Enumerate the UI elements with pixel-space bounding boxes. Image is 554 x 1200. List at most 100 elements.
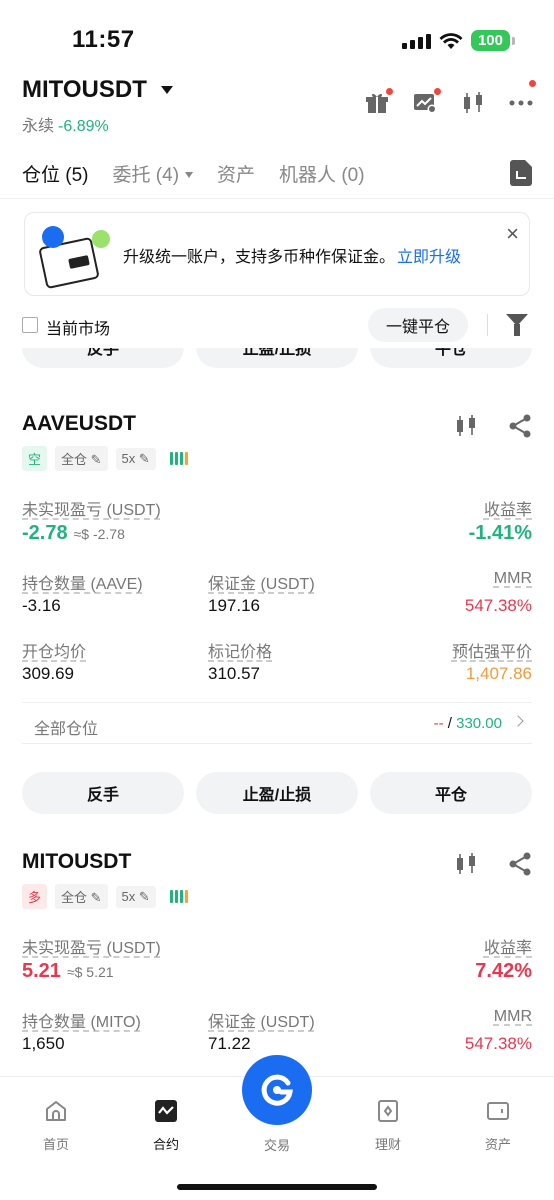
all-positions-row[interactable]: 全部仓位 -- / 330.00 [22,702,532,744]
size-value: 1,650 [22,1034,65,1053]
position-actions [454,414,532,438]
close-icon[interactable]: × [506,221,519,247]
futures-icon [155,1100,177,1122]
risk-level-icon [169,452,188,465]
tab-orders[interactable]: 委托 (4) [113,160,194,187]
tpsl-button[interactable]: 止盈/止损 [196,348,358,368]
entry-price-label[interactable]: 开仓均价 [22,638,86,662]
pnl-amount: -2.78 [22,522,68,544]
nav-futures-label: 合约 [152,1137,179,1152]
positions-list[interactable]: 反手 止盈/止损 平仓 AAVEUSDT 空 全仓 ✎ 5x ✎ 未实现盈亏 (… [0,348,554,1076]
margin-label[interactable]: 保证金 (USDT) [208,570,315,594]
reverse-button[interactable]: 反手 [22,772,184,814]
status-bar: 11:57 100 [0,0,554,70]
filter-icon[interactable] [506,314,528,336]
position-tags: 多 全仓 ✎ 5x ✎ [22,884,532,909]
side-badge: 空 [22,446,48,471]
position-actions [454,852,532,876]
candlestick-icon[interactable] [454,414,478,438]
roi-value: -1.41% [468,522,532,544]
history-record-icon[interactable] [510,160,532,186]
roi-label[interactable]: 收益率 [484,934,532,958]
more-icon[interactable] [508,80,536,116]
nav-trade-label[interactable]: 交易 [237,1135,317,1154]
entry-price-value: 309.69 [22,664,74,683]
tab-positions[interactable]: 仓位 (5) [22,160,89,187]
pnl-value: -2.78 ≈$ -2.78 [22,522,125,545]
mmr-value: 547.38% [464,1034,532,1053]
gift-icon[interactable] [364,88,393,116]
nav-home[interactable]: 首页 [16,1099,96,1153]
pair-title: MITOUSDT [22,76,147,103]
pnl-label[interactable]: 未实现盈亏 (USDT) [22,496,161,520]
share-icon[interactable] [508,414,532,438]
liq-price-label[interactable]: 预估强平价 [452,638,532,662]
mmr-label[interactable]: MMR [494,570,532,588]
position-actions-row: 反手 止盈/止损 平仓 [22,772,532,814]
share-icon[interactable] [508,852,532,876]
chart-settings-icon[interactable] [412,88,441,116]
chevron-right-icon [512,715,524,727]
candlestick-icon[interactable] [460,90,486,116]
close-position-button[interactable]: 平仓 [370,772,532,814]
filter-row: 当前市场 一键平仓 [22,308,532,342]
margin-value: 197.16 [208,596,260,615]
tab-assets[interactable]: 资产 [217,160,255,187]
size-label[interactable]: 持仓数量 (AAVE) [22,570,143,594]
margin-label[interactable]: 保证金 (USDT) [208,1008,315,1032]
leverage-label: 5x [121,450,136,466]
prev-position-actions: 反手 止盈/止损 平仓 [22,348,532,368]
candlestick-icon[interactable] [454,852,478,876]
nav-earn[interactable]: 理财 [348,1099,428,1153]
status-icons: 100 [401,30,516,51]
notification-dot [434,88,441,95]
tp-sl-separator: / [447,715,452,732]
bottom-nav: 首页 合约 交易 理财 资产 [0,1055,554,1200]
market-type: 永续 [22,118,55,135]
upgrade-banner: 升级统一账户，支持多币种作保证金。 立即升级 × [24,212,530,296]
pnl-label[interactable]: 未实现盈亏 (USDT) [22,934,161,958]
pnl-usd: ≈$ 5.21 [66,964,114,980]
leverage-badge[interactable]: 5x ✎ [115,447,156,470]
margin-mode-badge[interactable]: 全仓 ✎ [55,884,108,909]
pnl-amount: 5.21 [22,960,61,982]
battery-icon: 100 [470,30,516,51]
roi-label[interactable]: 收益率 [484,496,532,520]
position-card: MITOUSDT 多 全仓 ✎ 5x ✎ 未实现盈亏 (USDT) 收益率 5.… [22,850,532,1076]
position-tabs: 仓位 (5) 委托 (4) 资产 机器人 (0) [22,158,532,188]
all-positions-label: 全部仓位 [34,721,99,738]
current-market-label[interactable]: 当前市场 [46,315,110,339]
upgrade-link[interactable]: 立即升级 [397,249,461,266]
size-label[interactable]: 持仓数量 (MITO) [22,1008,141,1032]
nav-futures[interactable]: 合约 [126,1099,206,1153]
nav-home-label: 首页 [42,1137,69,1152]
home-icon [46,1101,66,1121]
tab-bots[interactable]: 机器人 (0) [279,160,365,187]
notification-dot [529,80,536,87]
nav-assets[interactable]: 资产 [458,1099,538,1153]
mmr-label[interactable]: MMR [494,1008,532,1026]
divider [487,314,488,336]
trade-logo-icon [261,1074,293,1106]
all-positions-value: -- / 330.00 [434,715,502,732]
trade-button[interactable] [242,1055,312,1125]
tab-orders-label: 委托 (4) [112,164,180,186]
current-market-checkbox[interactable] [22,317,38,333]
margin-mode-badge[interactable]: 全仓 ✎ [55,446,108,471]
leverage-badge[interactable]: 5x ✎ [115,885,156,908]
close-all-button[interactable]: 一键平仓 [368,308,468,342]
mark-price-label[interactable]: 标记价格 [208,638,272,662]
margin-mode-label: 全仓 [61,452,88,467]
home-indicator [177,1184,377,1190]
close-position-button[interactable]: 平仓 [370,348,532,368]
signal-icon [401,33,431,49]
margin-value: 71.22 [208,1034,251,1053]
side-badge: 多 [22,884,48,909]
reverse-button[interactable]: 反手 [22,348,184,368]
pnl-usd: ≈$ -2.78 [73,526,125,542]
header-actions [364,80,536,116]
size-value: -3.16 [22,596,61,615]
leverage-label: 5x [121,888,136,904]
tpsl-button[interactable]: 止盈/止损 [196,772,358,814]
earn-icon [378,1100,398,1122]
